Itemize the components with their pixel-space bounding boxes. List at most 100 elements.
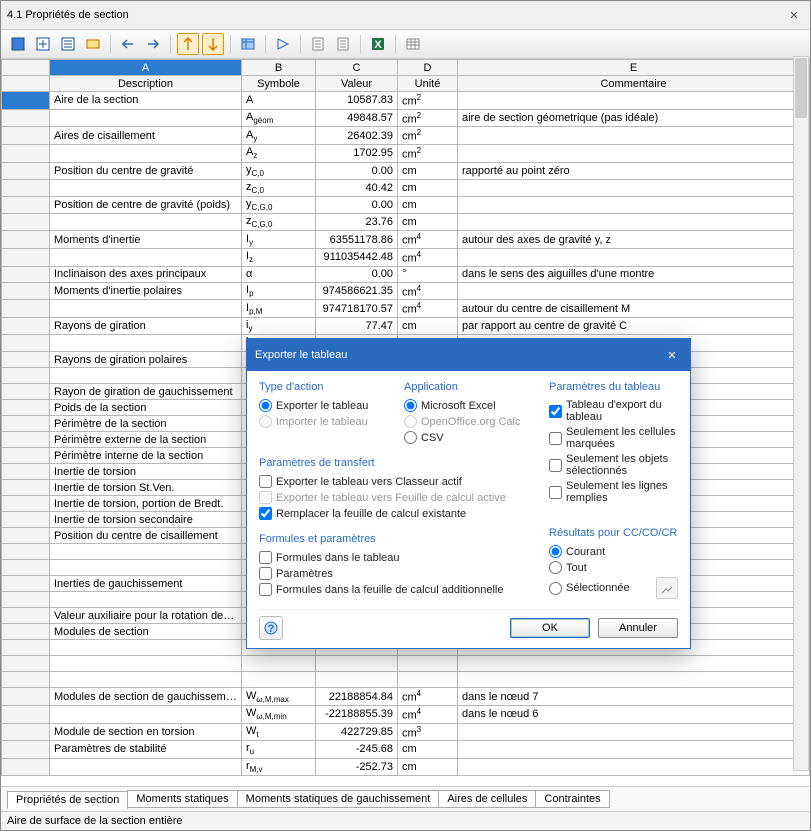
row-header[interactable] (2, 282, 50, 300)
cell-unit[interactable]: ° (398, 266, 458, 282)
cell-desc[interactable] (50, 706, 242, 724)
cell-unit[interactable]: cm2 (398, 144, 458, 162)
row-header[interactable] (2, 758, 50, 775)
cell-desc[interactable]: Inertie de torsion St.Ven. (50, 480, 242, 496)
col-D[interactable]: D (398, 60, 458, 76)
radio-csv[interactable]: CSV (404, 431, 533, 444)
cell-desc[interactable] (50, 560, 242, 576)
tab-2[interactable]: Moments statiques de gauchissement (237, 790, 440, 808)
cell-desc[interactable] (50, 544, 242, 560)
table-row[interactable]: Ip,M974718170.57cm4autour du centre de c… (2, 300, 810, 318)
cell-unit[interactable]: cm4 (398, 249, 458, 267)
help-icon[interactable]: ? (259, 616, 283, 640)
cell-desc[interactable] (50, 144, 242, 162)
cell-desc[interactable]: Modules de section de gauchissement (50, 688, 242, 706)
cell-unit[interactable]: cm (398, 318, 458, 335)
table-row[interactable]: Wω,M,min-22188855.39cm4dans le nœud 6 (2, 706, 810, 724)
table-row[interactable] (2, 672, 810, 688)
cell-comment[interactable] (458, 249, 810, 267)
row-header[interactable] (2, 672, 50, 688)
corner-cell[interactable] (2, 60, 50, 76)
cell-desc[interactable]: Inerties de gauchissement (50, 576, 242, 592)
cell-desc[interactable] (50, 335, 242, 352)
row-header[interactable] (2, 576, 50, 592)
cell-comment[interactable]: dans le nœud 7 (458, 688, 810, 706)
cell-unit[interactable]: cm4 (398, 300, 458, 318)
tb-btn-2[interactable] (32, 33, 54, 55)
cell-comment[interactable] (458, 197, 810, 214)
cell-val[interactable] (316, 656, 398, 672)
cell-desc[interactable]: Paramètres de stabilité (50, 741, 242, 758)
cell-comment[interactable]: rapporté au point zéro (458, 162, 810, 179)
cell-desc[interactable] (50, 758, 242, 775)
row-header[interactable] (2, 688, 50, 706)
cell-val[interactable]: 10587.83 (316, 92, 398, 110)
cell-desc[interactable]: Rayons de giration (50, 318, 242, 335)
cell-desc[interactable] (50, 109, 242, 127)
chk-replace[interactable]: Remplacer la feuille de calcul existante (259, 507, 533, 520)
table-row[interactable] (2, 656, 810, 672)
cell-desc[interactable]: Aire de la section (50, 92, 242, 110)
cell-desc[interactable] (50, 214, 242, 231)
cell-unit[interactable]: cm (398, 741, 458, 758)
table-row[interactable]: Inclinaison des axes principauxα0.00°dan… (2, 266, 810, 282)
cell-sym[interactable]: Ay (242, 127, 316, 145)
table-row[interactable]: zC,G,023.76cm (2, 214, 810, 231)
row-header[interactable] (2, 144, 50, 162)
cell-val[interactable]: 911035442.48 (316, 249, 398, 267)
row-header[interactable] (2, 560, 50, 576)
dialog-close-icon[interactable]: ✕ (662, 345, 682, 365)
row-header[interactable] (2, 352, 50, 368)
cell-comment[interactable] (458, 672, 810, 688)
row-header[interactable] (2, 197, 50, 214)
row-header[interactable] (2, 656, 50, 672)
chk-params[interactable]: Paramètres (259, 567, 533, 580)
tb-btn-10[interactable] (272, 33, 294, 55)
table-row[interactable]: Modules de section de gauchissementWω,M,… (2, 688, 810, 706)
row-header[interactable] (2, 723, 50, 741)
cell-sym[interactable]: zC,0 (242, 179, 316, 196)
table-row[interactable]: Paramètres de stabilitéru-245.68cm (2, 741, 810, 758)
row-header[interactable] (2, 464, 50, 480)
cell-comment[interactable] (458, 741, 810, 758)
cell-desc[interactable]: Aires de cisaillement (50, 127, 242, 145)
row-header[interactable] (2, 432, 50, 448)
cell-unit[interactable]: cm2 (398, 109, 458, 127)
cell-val[interactable]: -252.73 (316, 758, 398, 775)
cell-sym[interactable]: Wω,M,max (242, 688, 316, 706)
cell-val[interactable]: 0.00 (316, 266, 398, 282)
cell-val[interactable]: 22188854.84 (316, 688, 398, 706)
cell-desc[interactable]: Moments d'inertie polaires (50, 282, 242, 300)
cell-unit[interactable]: cm4 (398, 231, 458, 249)
cell-unit[interactable]: cm4 (398, 706, 458, 724)
cell-comment[interactable] (458, 179, 810, 196)
cell-desc[interactable] (50, 656, 242, 672)
row-header[interactable] (2, 266, 50, 282)
tb-btn-5[interactable] (117, 33, 139, 55)
cell-desc[interactable] (50, 368, 242, 384)
table-row[interactable]: Moments d'inertieIy63551178.86cm4autour … (2, 231, 810, 249)
close-icon[interactable]: ✕ (784, 5, 804, 25)
table-row[interactable]: Rayons de girationiy77.47cmpar rapport a… (2, 318, 810, 335)
cell-sym[interactable]: yC,0 (242, 162, 316, 179)
col-B[interactable]: B (242, 60, 316, 76)
cell-sym[interactable]: Wω,M,min (242, 706, 316, 724)
row-header[interactable] (2, 231, 50, 249)
tb-btn-8[interactable] (202, 33, 224, 55)
cell-sym[interactable]: A (242, 92, 316, 110)
table-row[interactable]: rM,v-252.73cm (2, 758, 810, 775)
cell-desc[interactable]: Périmètre de la section (50, 416, 242, 432)
tb-btn-12[interactable] (332, 33, 354, 55)
radio-export[interactable]: Exporter le tableau (259, 399, 388, 412)
cell-sym[interactable]: zC,G,0 (242, 214, 316, 231)
row-header[interactable] (2, 179, 50, 196)
table-row[interactable]: Position du centre de gravitéyC,00.00cmr… (2, 162, 810, 179)
tb-btn-6[interactable] (142, 33, 164, 55)
cell-desc[interactable] (50, 300, 242, 318)
row-header[interactable] (2, 162, 50, 179)
col-A[interactable]: A (50, 60, 242, 76)
row-header[interactable] (2, 416, 50, 432)
cell-desc[interactable]: Position de centre de gravité (poids) (50, 197, 242, 214)
chk-marked[interactable]: Seulement les cellules marquées (549, 426, 678, 450)
cell-sym[interactable] (242, 656, 316, 672)
